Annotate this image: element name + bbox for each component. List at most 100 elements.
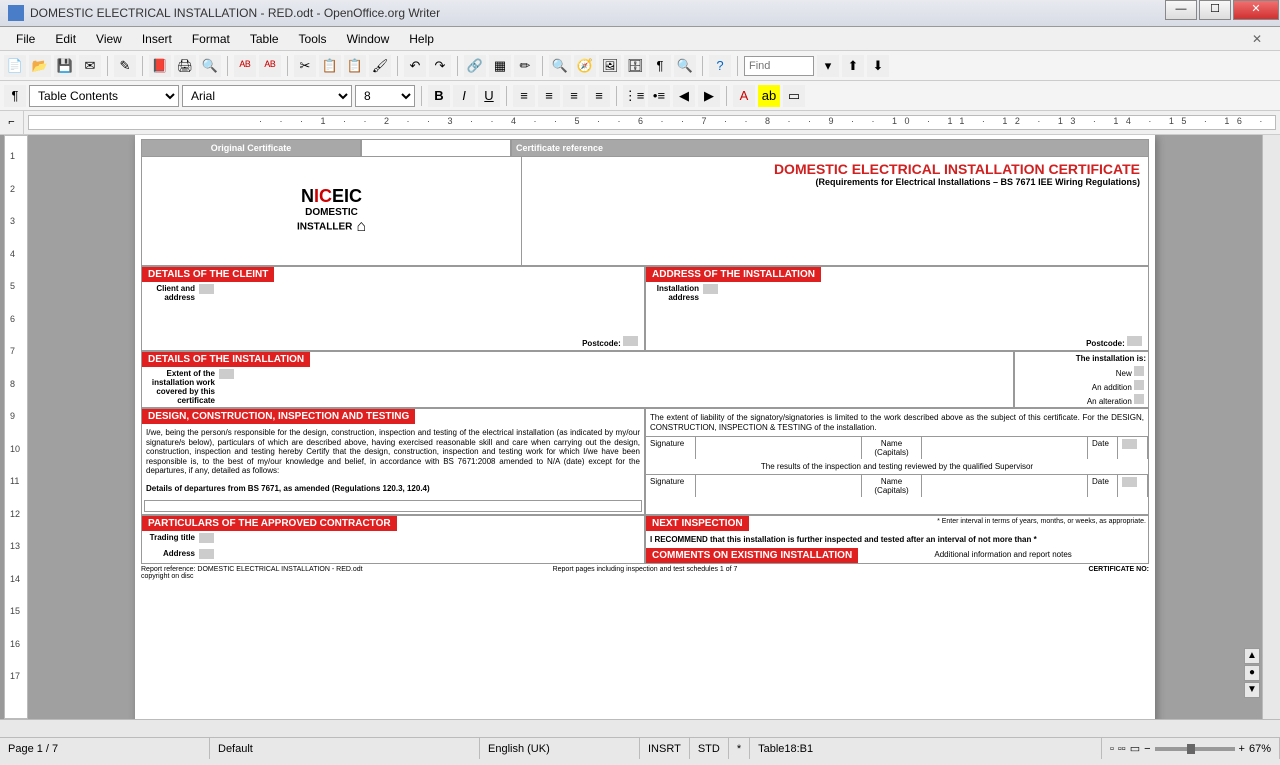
indent-less-icon[interactable]: ◀	[673, 85, 695, 107]
find-icon[interactable]: 🔍	[549, 55, 571, 77]
copy-icon[interactable]: 📋	[319, 55, 341, 77]
new-icon[interactable]: 📄	[4, 55, 26, 77]
menu-view[interactable]: View	[86, 29, 132, 49]
vertical-ruler[interactable]: 1 2 3 4 5 6 7 8 9 10 11 12 13 14 15 16 1…	[4, 135, 28, 719]
paste-icon[interactable]: 📋	[344, 55, 366, 77]
status-std[interactable]: STD	[690, 738, 729, 759]
size-combo[interactable]: 8	[355, 85, 415, 107]
page-down-icon[interactable]: ▼	[1244, 682, 1260, 698]
horizontal-ruler[interactable]: · · · 1 · · 2 · · 3 · · 4 · · 5 · · 6 · …	[28, 115, 1276, 130]
opt-alt-check[interactable]	[1134, 394, 1144, 404]
page-nav-icon[interactable]: ●	[1244, 665, 1260, 681]
paintbrush-icon[interactable]: 🖌	[369, 55, 391, 77]
opt-new-check[interactable]	[1134, 366, 1144, 376]
menu-help[interactable]: Help	[399, 29, 444, 49]
document-area[interactable]: Original Certificate Certificate referen…	[28, 135, 1262, 719]
trading-value[interactable]	[199, 533, 214, 543]
page-up-icon[interactable]: ▲	[1244, 648, 1260, 664]
save-icon[interactable]: 💾	[54, 55, 76, 77]
name-value[interactable]	[922, 437, 1088, 459]
status-page[interactable]: Page 1 / 7	[0, 738, 210, 759]
maximize-button[interactable]: ☐	[1199, 0, 1231, 20]
zoom-value[interactable]: 67%	[1249, 743, 1271, 755]
bold-icon[interactable]: B	[428, 85, 450, 107]
close-button[interactable]: ✕	[1233, 0, 1279, 20]
departures-value[interactable]	[144, 500, 642, 512]
menu-format[interactable]: Format	[182, 29, 240, 49]
font-color-icon[interactable]: A	[733, 85, 755, 107]
minimize-button[interactable]: —	[1165, 0, 1197, 20]
zoom-out-icon[interactable]: −	[1144, 743, 1150, 755]
status-modified[interactable]: *	[729, 738, 750, 759]
postcode-value[interactable]	[623, 336, 638, 346]
name-value2[interactable]	[922, 475, 1088, 497]
undo-icon[interactable]: ↶	[404, 55, 426, 77]
italic-icon[interactable]: I	[453, 85, 475, 107]
bullet-list-icon[interactable]: •≡	[648, 85, 670, 107]
help-icon[interactable]: ?	[709, 55, 731, 77]
highlight-icon[interactable]: ab	[758, 85, 780, 107]
email-icon[interactable]: ✉	[79, 55, 101, 77]
client-value[interactable]	[199, 284, 214, 294]
nonprint-icon[interactable]: ¶	[649, 55, 671, 77]
date-value[interactable]	[1118, 437, 1148, 459]
navigator-icon[interactable]: 🧭	[574, 55, 596, 77]
gallery-icon[interactable]: 🖼	[599, 55, 621, 77]
table-icon[interactable]: ▦	[489, 55, 511, 77]
date-value2[interactable]	[1118, 475, 1148, 497]
justify-icon[interactable]: ≡	[588, 85, 610, 107]
menu-window[interactable]: Window	[337, 29, 400, 49]
view-multi-icon[interactable]: ▫▫	[1118, 743, 1126, 755]
find-dropdown-icon[interactable]: ▾	[817, 55, 839, 77]
menu-file[interactable]: File	[6, 29, 45, 49]
menu-insert[interactable]: Insert	[132, 29, 182, 49]
zoom-in-icon[interactable]: +	[1239, 743, 1245, 755]
style-combo[interactable]: Table Contents	[29, 85, 179, 107]
zoom-slider[interactable]	[1155, 747, 1235, 751]
preview-icon[interactable]: 🔍	[199, 55, 221, 77]
address-value[interactable]	[199, 549, 214, 559]
menu-edit[interactable]: Edit	[45, 29, 86, 49]
sig-value2[interactable]	[696, 475, 862, 497]
cut-icon[interactable]: ✂	[294, 55, 316, 77]
align-center-icon[interactable]: ≡	[538, 85, 560, 107]
menu-table[interactable]: Table	[240, 29, 289, 49]
find-next-icon[interactable]: ⬇	[867, 55, 889, 77]
autospell-icon[interactable]: ᴬᴮ	[259, 55, 281, 77]
extent-value[interactable]	[219, 369, 234, 379]
redo-icon[interactable]: ↷	[429, 55, 451, 77]
view-book-icon[interactable]: ▭	[1130, 742, 1140, 755]
edit-icon[interactable]: ✎	[114, 55, 136, 77]
indent-more-icon[interactable]: ▶	[698, 85, 720, 107]
hyperlink-icon[interactable]: 🔗	[464, 55, 486, 77]
underline-icon[interactable]: U	[478, 85, 500, 107]
horizontal-scrollbar[interactable]	[0, 719, 1280, 737]
bg-color-icon[interactable]: ▭	[783, 85, 805, 107]
font-combo[interactable]: Arial	[182, 85, 352, 107]
close-doc-button[interactable]: ✕	[1242, 29, 1272, 49]
styles-icon[interactable]: ¶	[4, 85, 26, 107]
status-insert[interactable]: INSRT	[640, 738, 690, 759]
postcode-value2[interactable]	[1127, 336, 1142, 346]
find-prev-icon[interactable]: ⬆	[842, 55, 864, 77]
print-icon[interactable]: 🖨	[174, 55, 196, 77]
find-input[interactable]	[744, 56, 814, 76]
status-table[interactable]: Table18:B1	[750, 738, 1102, 759]
open-icon[interactable]: 📂	[29, 55, 51, 77]
menu-tools[interactable]: Tools	[289, 29, 337, 49]
status-lang[interactable]: English (UK)	[480, 738, 640, 759]
sig-value[interactable]	[696, 437, 862, 459]
pdf-icon[interactable]: 📕	[149, 55, 171, 77]
draw-icon[interactable]: ✏	[514, 55, 536, 77]
install-addr-value[interactable]	[703, 284, 718, 294]
zoom-icon[interactable]: 🔍	[674, 55, 696, 77]
spellcheck-icon[interactable]: ᴬᴮ	[234, 55, 256, 77]
opt-add-check[interactable]	[1134, 380, 1144, 390]
datasource-icon[interactable]: 🗄	[624, 55, 646, 77]
status-style[interactable]: Default	[210, 738, 480, 759]
view-single-icon[interactable]: ▫	[1110, 743, 1114, 755]
vertical-scrollbar[interactable]	[1262, 135, 1280, 719]
numbered-list-icon[interactable]: ⋮≡	[623, 85, 645, 107]
align-right-icon[interactable]: ≡	[563, 85, 585, 107]
align-left-icon[interactable]: ≡	[513, 85, 535, 107]
